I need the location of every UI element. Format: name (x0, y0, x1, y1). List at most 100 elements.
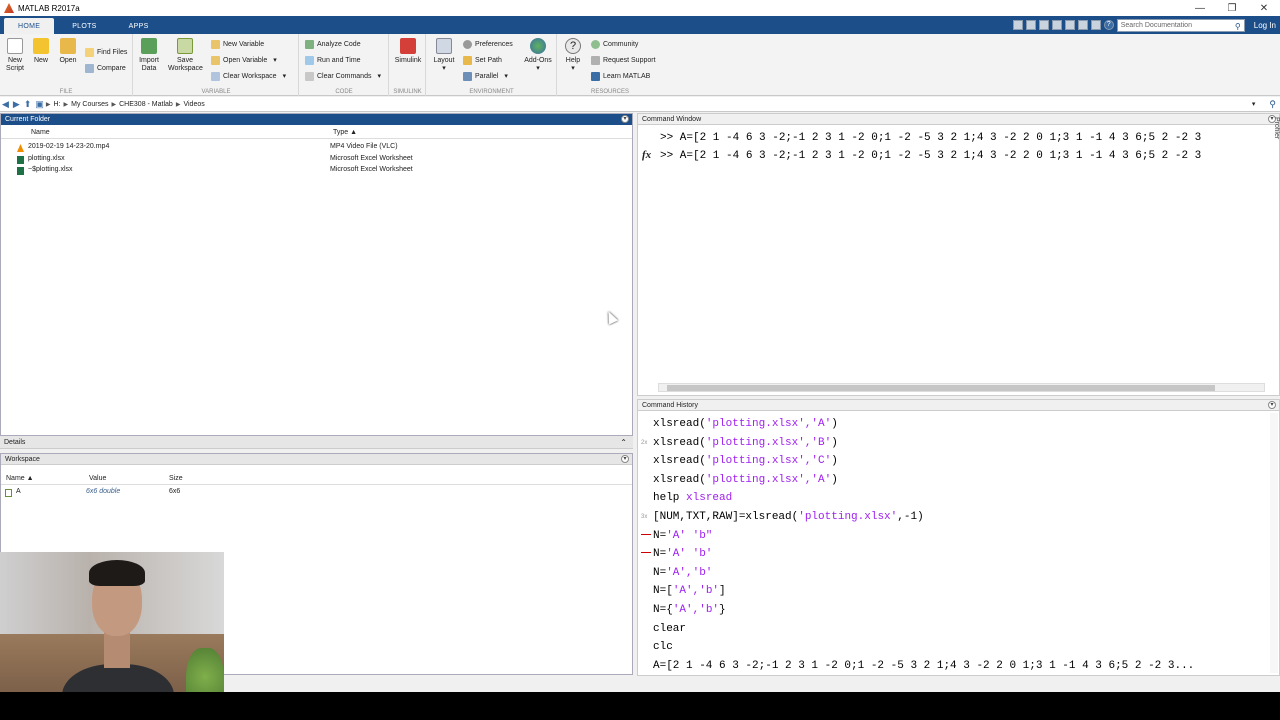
history-entry[interactable]: [NUM,TXT,RAW]=xlsread('plotting.xlsx',-1… (653, 511, 924, 523)
function-browser-icon[interactable]: fx (642, 149, 651, 161)
switch-windows-icon[interactable] (1090, 20, 1101, 30)
command-window-panel[interactable]: Command Window ▾ >> A=[2 1 -4 6 3 -2;-1 … (637, 113, 1280, 396)
browse-folder-icon[interactable]: ▣ (35, 99, 44, 110)
cut-icon[interactable] (1025, 20, 1036, 30)
clear-commands-button[interactable]: Clear Commands ▾ (305, 70, 381, 82)
save-icon[interactable] (1012, 20, 1023, 30)
history-entry[interactable]: xlsread('plotting.xlsx','B') (653, 437, 838, 449)
layout-button[interactable]: Layout ▾ (429, 38, 459, 73)
up-folder-icon[interactable]: ⬆ (24, 99, 32, 110)
simulink-button[interactable]: Simulink (393, 38, 423, 65)
run-and-time-button[interactable]: Run and Time (305, 54, 361, 66)
request-support-button[interactable]: Request Support (591, 54, 656, 66)
history-entry[interactable]: N={'A','b'} (653, 604, 726, 616)
search-icon[interactable]: ⚲ (1235, 21, 1241, 32)
redo-icon[interactable] (1077, 20, 1088, 30)
search-documentation-input[interactable]: Search Documentation ⚲ (1116, 18, 1245, 32)
panel-menu-icon[interactable]: ▾ (1268, 401, 1276, 409)
chevron-down-icon[interactable]: ▾ (273, 56, 277, 64)
back-arrow-icon[interactable]: ◀ (2, 99, 9, 110)
breadcrumb-che308[interactable]: CHE308 - Matlab (119, 101, 173, 108)
file-row[interactable]: ~$plotting.xlsx Microsoft Excel Workshee… (1, 165, 632, 176)
parallel-button[interactable]: Parallel ▾ (463, 70, 508, 82)
history-entry[interactable]: N='A' 'b" (653, 530, 712, 542)
login-link[interactable]: Log In (1254, 21, 1276, 30)
history-entry[interactable]: clc (653, 641, 673, 653)
chevron-down-icon[interactable]: ▾ (283, 72, 287, 80)
addons-button[interactable]: Add-Ons ▾ (523, 38, 553, 73)
file-row[interactable]: 2019-02-19 14-23-20.mp4 MP4 Video File (… (1, 142, 632, 153)
file-row[interactable]: plotting.xlsx Microsoft Excel Worksheet (1, 154, 632, 165)
chevron-down-icon[interactable]: ▾ (504, 72, 508, 80)
history-code: xlsread( (653, 473, 706, 486)
profiler-side-tab[interactable]: Profiler (1266, 113, 1280, 173)
panel-menu-icon[interactable]: ▾ (621, 115, 629, 123)
find-files-button[interactable]: Find Files (85, 46, 127, 58)
history-code: [NUM,TXT,RAW]=xlsread( (653, 511, 799, 523)
preferences-button[interactable]: Preferences (463, 38, 513, 50)
breadcrumb-courses[interactable]: My Courses (71, 101, 108, 108)
copy-icon[interactable] (1038, 20, 1049, 30)
history-code: xlsread( (653, 418, 706, 430)
details-panel[interactable]: Details ⌃ (0, 436, 633, 449)
breadcrumb-drive[interactable]: H: (54, 101, 61, 108)
history-code-tail: ,-1) (897, 511, 924, 523)
chevron-up-icon[interactable]: ⌃ (620, 436, 627, 449)
parallel-icon (463, 71, 472, 81)
tab-apps[interactable]: APPS (115, 18, 163, 34)
new-label: New (33, 57, 48, 64)
set-path-button[interactable]: Set Path (463, 54, 502, 66)
import-data-button[interactable]: Import Data (134, 38, 164, 73)
forward-arrow-icon[interactable]: ▶ (13, 99, 20, 110)
analyze-code-button[interactable]: Analyze Code (305, 38, 361, 50)
undo-icon[interactable] (1064, 20, 1075, 30)
chevron-down-icon[interactable]: ▾ (429, 65, 459, 73)
new-button[interactable]: New (26, 38, 56, 65)
restore-button[interactable]: ❐ (1216, 3, 1248, 14)
horizontal-scrollbar[interactable] (658, 383, 1265, 392)
search-icon[interactable]: ⚲ (1269, 99, 1276, 110)
breadcrumb-videos[interactable]: Videos (183, 101, 204, 108)
command-input-line[interactable]: >> A=[2 1 -4 6 3 -2;-1 2 3 1 -2 0;1 -2 -… (660, 150, 1201, 162)
tab-plots[interactable]: PLOTS (58, 18, 110, 34)
history-entry[interactable]: xlsread('plotting.xlsx','A') (653, 474, 838, 486)
save-workspace-button[interactable]: Save Workspace (168, 38, 203, 73)
history-entry[interactable]: xlsread('plotting.xlsx','A') (653, 418, 838, 430)
panel-menu-icon[interactable]: ▾ (621, 455, 629, 463)
community-button[interactable]: Community (591, 38, 638, 50)
history-entry[interactable]: A=[2 1 -4 6 3 -2;-1 2 3 1 -2 0;1 -2 -5 3… (653, 660, 1194, 672)
paste-icon[interactable] (1051, 20, 1062, 30)
name-column-header[interactable]: Name (31, 129, 50, 136)
history-entry[interactable]: help xlsread (653, 492, 732, 504)
chevron-down-icon[interactable]: ▾ (1252, 100, 1256, 108)
value-column-header[interactable]: Value (89, 475, 106, 482)
tab-home[interactable]: HOME (4, 18, 55, 34)
type-column-header[interactable]: Type ▲ (333, 129, 357, 136)
history-entry[interactable]: xlsread('plotting.xlsx','C') (653, 455, 838, 467)
history-entry[interactable]: clear (653, 623, 686, 635)
minimize-button[interactable]: — (1184, 3, 1216, 14)
history-code-tail: ] (719, 585, 726, 598)
help-icon[interactable]: ? (1103, 20, 1114, 30)
history-entry[interactable]: N='A' 'b' (653, 548, 712, 560)
compare-button[interactable]: Compare (85, 62, 126, 74)
clear-workspace-button[interactable]: Clear Workspace ▾ (211, 70, 286, 82)
learn-matlab-button[interactable]: Learn MATLAB (591, 70, 650, 82)
size-column-header[interactable]: Size (169, 475, 183, 482)
close-button[interactable]: ✕ (1248, 3, 1280, 14)
chevron-down-icon[interactable]: ▾ (523, 65, 553, 73)
open-variable-button[interactable]: Open Variable ▾ (211, 54, 277, 66)
history-entry[interactable]: N=['A','b'] (653, 585, 726, 597)
chevron-down-icon[interactable]: ▾ (377, 72, 381, 80)
name-column-header[interactable]: Name ▲ (6, 475, 34, 482)
scrollbar-thumb[interactable] (667, 385, 1215, 391)
vertical-scrollbar[interactable] (1270, 413, 1278, 673)
open-button[interactable]: Open (53, 38, 83, 65)
variable-row[interactable]: A 6x6 double 6x6 (1, 487, 632, 498)
help-button[interactable]: ? Help ▾ (558, 38, 588, 73)
address-bar[interactable]: ◀ ▶ ⬆ ▣ ▶ H: ▶ My Courses ▶ CHE308 - Mat… (0, 97, 1280, 112)
new-variable-button[interactable]: New Variable (211, 38, 264, 50)
details-title-bar[interactable]: Details ⌃ (0, 436, 633, 449)
chevron-down-icon[interactable]: ▾ (558, 65, 588, 73)
history-entry[interactable]: N='A','b' (653, 567, 712, 579)
